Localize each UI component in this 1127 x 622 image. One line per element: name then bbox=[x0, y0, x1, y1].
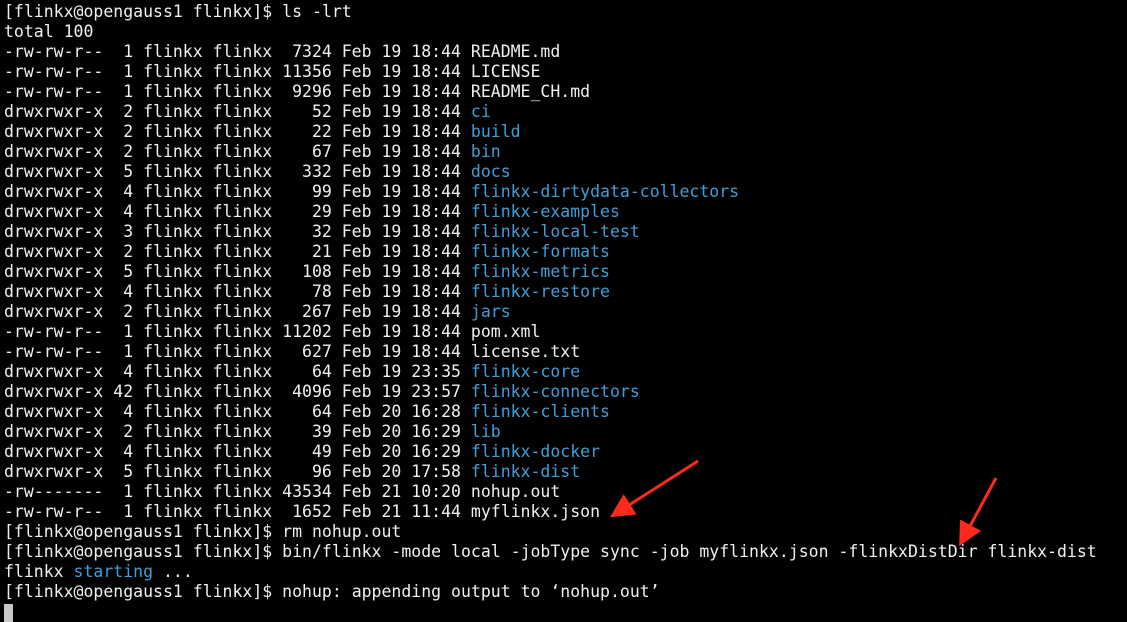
file-name: nohup.out bbox=[470, 482, 561, 501]
cursor-line[interactable] bbox=[4, 602, 1127, 622]
terminal-output[interactable]: [flinkx@opengauss1 flinkx]$ ls -lrt tota… bbox=[4, 2, 1127, 622]
file-entry-meta: drwxrwxr-x 4 flinkx flinkx 64 Feb 20 16:… bbox=[4, 402, 471, 421]
file-entry-row: drwxrwxr-x 2 flinkx flinkx 67 Feb 19 18:… bbox=[4, 142, 1127, 162]
shell-prompt: [flinkx@opengauss1 flinkx]$ bbox=[4, 582, 273, 601]
file-entry-row: drwxrwxr-x 2 flinkx flinkx 39 Feb 20 16:… bbox=[4, 422, 1127, 442]
file-entry-meta: drwxrwxr-x 4 flinkx flinkx 29 Feb 19 18:… bbox=[4, 202, 471, 221]
file-entry-meta: drwxrwxr-x 4 flinkx flinkx 78 Feb 19 18:… bbox=[4, 282, 471, 301]
file-entry-meta: drwxrwxr-x 2 flinkx flinkx 52 Feb 19 18:… bbox=[4, 102, 471, 121]
file-entry-row: drwxrwxr-x 5 flinkx flinkx 96 Feb 20 17:… bbox=[4, 462, 1127, 482]
file-entry-meta: drwxrwxr-x 2 flinkx flinkx 267 Feb 19 18… bbox=[4, 302, 471, 321]
file-entry-meta: -rw-rw-r-- 1 flinkx flinkx 7324 Feb 19 1… bbox=[4, 42, 471, 61]
file-entry-row: drwxrwxr-x 4 flinkx flinkx 49 Feb 20 16:… bbox=[4, 442, 1127, 462]
directory-name: bin bbox=[470, 142, 501, 161]
terminal-cursor bbox=[4, 603, 13, 622]
file-entry-row: drwxrwxr-x 2 flinkx flinkx 267 Feb 19 18… bbox=[4, 302, 1127, 322]
directory-name: flinkx-docker bbox=[470, 442, 601, 461]
file-entry-meta: drwxrwxr-x 2 flinkx flinkx 21 Feb 19 18:… bbox=[4, 242, 471, 261]
starting-prefix: flinkx bbox=[4, 562, 64, 581]
file-entry-meta: -rw-rw-r-- 1 flinkx flinkx 11356 Feb 19 … bbox=[4, 62, 471, 81]
file-entry-meta: drwxrwxr-x 2 flinkx flinkx 22 Feb 19 18:… bbox=[4, 122, 471, 141]
starting-suffix: ... bbox=[162, 562, 193, 581]
command-text: ls -lrt bbox=[282, 2, 352, 21]
file-entry-row: drwxrwxr-x 4 flinkx flinkx 64 Feb 19 23:… bbox=[4, 362, 1127, 382]
file-entry-row: -rw-rw-r-- 1 flinkx flinkx 627 Feb 19 18… bbox=[4, 342, 1127, 362]
shell-prompt: [flinkx@opengauss1 flinkx]$ bbox=[4, 542, 273, 561]
directory-name: flinkx-dist bbox=[470, 462, 581, 481]
file-entry-row: -rw-rw-r-- 1 flinkx flinkx 1652 Feb 21 1… bbox=[4, 502, 1127, 522]
file-name: license.txt bbox=[470, 342, 581, 361]
command-line-run: [flinkx@opengauss1 flinkx]$ bin/flinkx -… bbox=[4, 542, 1127, 562]
file-entry-row: -rw-rw-r-- 1 flinkx flinkx 11202 Feb 19 … bbox=[4, 322, 1127, 342]
file-entry-row: -rw-rw-r-- 1 flinkx flinkx 7324 Feb 19 1… bbox=[4, 42, 1127, 62]
file-name: README_CH.md bbox=[470, 82, 591, 101]
command-line-rm: [flinkx@opengauss1 flinkx]$ rm nohup.out bbox=[4, 522, 1127, 542]
file-entry-row: -rw-rw-r-- 1 flinkx flinkx 9296 Feb 19 1… bbox=[4, 82, 1127, 102]
command-text: bin/flinkx -mode local -jobType sync -jo… bbox=[282, 542, 1097, 561]
file-entry-row: drwxrwxr-x 5 flinkx flinkx 332 Feb 19 18… bbox=[4, 162, 1127, 182]
file-entry-meta: drwxrwxr-x 3 flinkx flinkx 32 Feb 19 18:… bbox=[4, 222, 471, 241]
file-entry-meta: -rw-rw-r-- 1 flinkx flinkx 9296 Feb 19 1… bbox=[4, 82, 471, 101]
directory-name: flinkx-local-test bbox=[470, 222, 640, 241]
file-entry-meta: drwxrwxr-x 2 flinkx flinkx 39 Feb 20 16:… bbox=[4, 422, 471, 441]
directory-name: flinkx-formats bbox=[470, 242, 610, 261]
file-entry-row: drwxrwxr-x 4 flinkx flinkx 64 Feb 20 16:… bbox=[4, 402, 1127, 422]
directory-name: flinkx-examples bbox=[470, 202, 620, 221]
file-entry-meta: drwxrwxr-x 42 flinkx flinkx 4096 Feb 19 … bbox=[4, 382, 471, 401]
file-entry-row: drwxrwxr-x 3 flinkx flinkx 32 Feb 19 18:… bbox=[4, 222, 1127, 242]
file-entry-meta: drwxrwxr-x 5 flinkx flinkx 332 Feb 19 18… bbox=[4, 162, 471, 181]
directory-name: build bbox=[470, 122, 521, 141]
directory-name: ci bbox=[470, 102, 491, 121]
file-name: LICENSE bbox=[470, 62, 541, 81]
file-name: pom.xml bbox=[470, 322, 541, 341]
directory-name: flinkx-connectors bbox=[470, 382, 640, 401]
nohup-line: [flinkx@opengauss1 flinkx]$ nohup: appen… bbox=[4, 582, 1127, 602]
file-entry-meta: drwxrwxr-x 5 flinkx flinkx 96 Feb 20 17:… bbox=[4, 462, 471, 481]
file-entry-row: drwxrwxr-x 5 flinkx flinkx 108 Feb 19 18… bbox=[4, 262, 1127, 282]
file-entry-row: drwxrwxr-x 4 flinkx flinkx 99 Feb 19 18:… bbox=[4, 182, 1127, 202]
shell-prompt: [flinkx@opengauss1 flinkx]$ bbox=[4, 2, 273, 21]
file-name: README.md bbox=[470, 42, 561, 61]
file-entry-meta: -rw------- 1 flinkx flinkx 43534 Feb 21 … bbox=[4, 482, 471, 501]
directory-name: flinkx-dirtydata-collectors bbox=[470, 182, 740, 201]
file-entry-meta: drwxrwxr-x 4 flinkx flinkx 64 Feb 19 23:… bbox=[4, 362, 471, 381]
starting-line: flinkx starting ... bbox=[4, 562, 1127, 582]
directory-name: flinkx-metrics bbox=[470, 262, 610, 281]
file-entry-row: drwxrwxr-x 4 flinkx flinkx 78 Feb 19 18:… bbox=[4, 282, 1127, 302]
file-entry-meta: drwxrwxr-x 5 flinkx flinkx 108 Feb 19 18… bbox=[4, 262, 471, 281]
directory-name: flinkx-restore bbox=[470, 282, 610, 301]
file-entry-meta: -rw-rw-r-- 1 flinkx flinkx 1652 Feb 21 1… bbox=[4, 502, 471, 521]
file-entry-row: drwxrwxr-x 42 flinkx flinkx 4096 Feb 19 … bbox=[4, 382, 1127, 402]
file-entry-meta: drwxrwxr-x 4 flinkx flinkx 49 Feb 20 16:… bbox=[4, 442, 471, 461]
directory-name: lib bbox=[470, 422, 501, 441]
file-entry-meta: drwxrwxr-x 4 flinkx flinkx 99 Feb 19 18:… bbox=[4, 182, 471, 201]
command-text: rm nohup.out bbox=[282, 522, 402, 541]
directory-name: jars bbox=[470, 302, 511, 321]
file-entry-row: drwxrwxr-x 2 flinkx flinkx 22 Feb 19 18:… bbox=[4, 122, 1127, 142]
directory-name: flinkx-clients bbox=[470, 402, 610, 421]
directory-name: flinkx-core bbox=[470, 362, 581, 381]
nohup-message: nohup: appending output to ‘nohup.out’ bbox=[282, 582, 660, 601]
file-entry-meta: drwxrwxr-x 2 flinkx flinkx 67 Feb 19 18:… bbox=[4, 142, 471, 161]
file-listing: -rw-rw-r-- 1 flinkx flinkx 7324 Feb 19 1… bbox=[4, 42, 1127, 522]
shell-prompt: [flinkx@opengauss1 flinkx]$ bbox=[4, 522, 273, 541]
file-entry-row: -rw------- 1 flinkx flinkx 43534 Feb 21 … bbox=[4, 482, 1127, 502]
directory-name: docs bbox=[470, 162, 511, 181]
file-entry-meta: -rw-rw-r-- 1 flinkx flinkx 627 Feb 19 18… bbox=[4, 342, 471, 361]
command-line-ls: [flinkx@opengauss1 flinkx]$ ls -lrt bbox=[4, 2, 1127, 22]
file-entry-row: drwxrwxr-x 2 flinkx flinkx 52 Feb 19 18:… bbox=[4, 102, 1127, 122]
file-entry-row: -rw-rw-r-- 1 flinkx flinkx 11356 Feb 19 … bbox=[4, 62, 1127, 82]
file-entry-row: drwxrwxr-x 4 flinkx flinkx 29 Feb 19 18:… bbox=[4, 202, 1127, 222]
file-entry-meta: -rw-rw-r-- 1 flinkx flinkx 11202 Feb 19 … bbox=[4, 322, 471, 341]
starting-word: starting bbox=[73, 562, 154, 581]
file-entry-row: drwxrwxr-x 2 flinkx flinkx 21 Feb 19 18:… bbox=[4, 242, 1127, 262]
file-name: myflinkx.json bbox=[470, 502, 601, 521]
total-line: total 100 bbox=[4, 22, 94, 41]
